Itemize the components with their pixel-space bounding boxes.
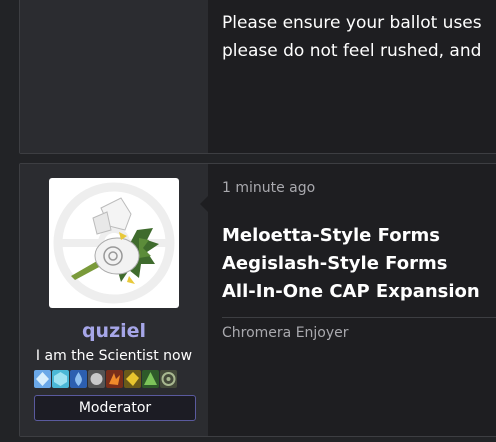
badge-icon — [34, 370, 51, 388]
badge-icon — [160, 370, 177, 388]
user-title: I am the Scientist now — [35, 348, 193, 364]
previous-post: Please ensure your ballot uses please do… — [19, 0, 496, 154]
avatar[interactable] — [49, 178, 179, 308]
badge-icon — [106, 370, 123, 388]
previous-post-body: Please ensure your ballot uses please do… — [222, 9, 496, 65]
badge-icon — [52, 370, 69, 388]
post-line: All-In-One CAP Expansion — [222, 281, 480, 302]
username[interactable]: quziel — [20, 320, 208, 342]
message-arrow — [200, 194, 210, 214]
post-line: Aegislash-Style Forms — [222, 253, 448, 274]
kartana-pokemon-avatar-icon — [53, 182, 175, 304]
user-badges — [34, 370, 196, 390]
post-user-column: quziel I am the Scientist now Moderator — [20, 164, 208, 436]
badge-icon — [88, 370, 105, 388]
post-body: Meloetta-Style Forms Aegislash-Style For… — [222, 222, 480, 306]
signature: Chromera Enjoyer — [222, 325, 349, 341]
post: quziel I am the Scientist now Moderator … — [19, 163, 496, 437]
signature-divider — [222, 317, 496, 318]
post-timestamp[interactable]: 1 minute ago — [222, 180, 315, 196]
thread-page: Please ensure your ballot uses please do… — [0, 0, 496, 442]
previous-post-line: Please ensure your ballot uses — [222, 13, 482, 33]
previous-post-line: please do not feel rushed, and — [222, 41, 482, 61]
badge-icon — [142, 370, 159, 388]
previous-post-user-column — [20, 0, 208, 153]
post-line: Meloetta-Style Forms — [222, 225, 440, 246]
badge-icon — [124, 370, 141, 388]
role-banner: Moderator — [34, 395, 196, 421]
badge-icon — [70, 370, 87, 388]
